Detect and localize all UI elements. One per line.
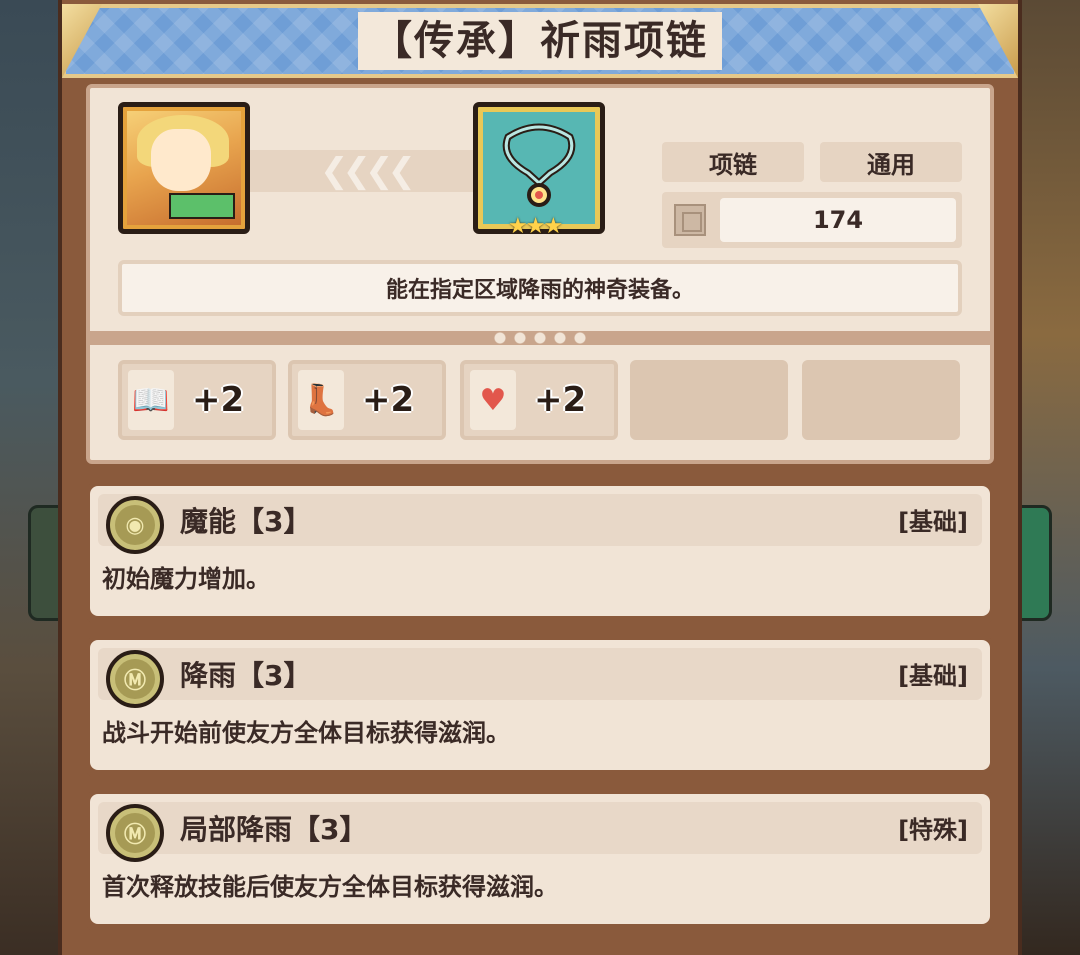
power-icon — [674, 204, 706, 236]
item-description: 能在指定区域降雨的神奇装备。 — [118, 260, 962, 316]
hero-book — [169, 193, 235, 219]
trait-header: Ⓜ 局部降雨【3】 [特殊] — [98, 802, 982, 862]
title-banner: 【传承】祈雨项链 — [62, 4, 1018, 78]
trait-description: 首次释放技能后使友方全体目标获得滋润。 — [102, 873, 558, 901]
trait-name: 魔能【3】 — [180, 505, 312, 538]
background-left — [0, 0, 60, 955]
item-title: 【传承】祈雨项链 — [358, 12, 722, 70]
trait-card[interactable]: Ⓜ 局部降雨【3】 [特殊] 首次释放技能后使友方全体目标获得滋润。 — [86, 790, 994, 932]
stat-slot-heart[interactable]: ♥ +2 — [460, 360, 618, 440]
stat-slot-empty — [802, 360, 960, 440]
stat-value: +2 — [362, 380, 415, 420]
star-rating: ★★★ — [508, 214, 563, 239]
trait-category: [基础] — [898, 662, 968, 690]
stat-value: +2 — [192, 380, 245, 420]
book-icon: 📖 — [128, 370, 174, 430]
trait-card-body: Ⓜ 局部降雨【3】 [特殊] 首次释放技能后使友方全体目标获得滋润。 — [90, 794, 990, 924]
heart-icon: ♥ — [470, 370, 516, 430]
trait-card[interactable]: Ⓜ 降雨【3】 [基础] 战斗开始前使友方全体目标获得滋润。 — [86, 636, 994, 778]
hero-portrait[interactable] — [118, 102, 250, 234]
trait-card-body: ◉ 魔能【3】 [基础] 初始魔力增加。 — [90, 486, 990, 616]
stat-slot-boot[interactable]: 👢 +2 — [288, 360, 446, 440]
boot-icon: 👢 — [298, 370, 344, 430]
trait-medal-icon: ◉ — [106, 496, 164, 554]
trait-name: 降雨【3】 — [180, 659, 312, 692]
trait-card[interactable]: ◉ 魔能【3】 [基础] 初始魔力增加。 — [86, 482, 994, 624]
stat-slot-book[interactable]: 📖 +2 — [118, 360, 276, 440]
hero-face — [151, 129, 211, 191]
power-value: 174 — [720, 198, 956, 242]
background-right — [1020, 0, 1080, 955]
class-tag: 通用 — [820, 142, 962, 182]
trait-header: ◉ 魔能【3】 [基础] — [98, 494, 982, 554]
stat-slot-empty — [630, 360, 788, 440]
trait-category: [基础] — [898, 508, 968, 536]
stat-value: +2 — [534, 380, 587, 420]
trait-name: 局部降雨【3】 — [180, 813, 368, 846]
trait-description: 战斗开始前使友方全体目标获得滋润。 — [102, 719, 510, 747]
trait-card-body: Ⓜ 降雨【3】 [基础] 战斗开始前使友方全体目标获得滋润。 — [90, 640, 990, 770]
trait-medal-icon: Ⓜ — [106, 804, 164, 862]
type-tag: 项链 — [662, 142, 804, 182]
trait-category: [特殊] — [898, 816, 968, 844]
trait-header: Ⓜ 降雨【3】 [基础] — [98, 648, 982, 708]
chevron-left-icon: ❮❮❮❮ — [320, 151, 416, 191]
divider-ornament — [490, 326, 590, 350]
trait-medal-icon: Ⓜ — [106, 650, 164, 708]
trait-description: 初始魔力增加。 — [102, 565, 270, 593]
